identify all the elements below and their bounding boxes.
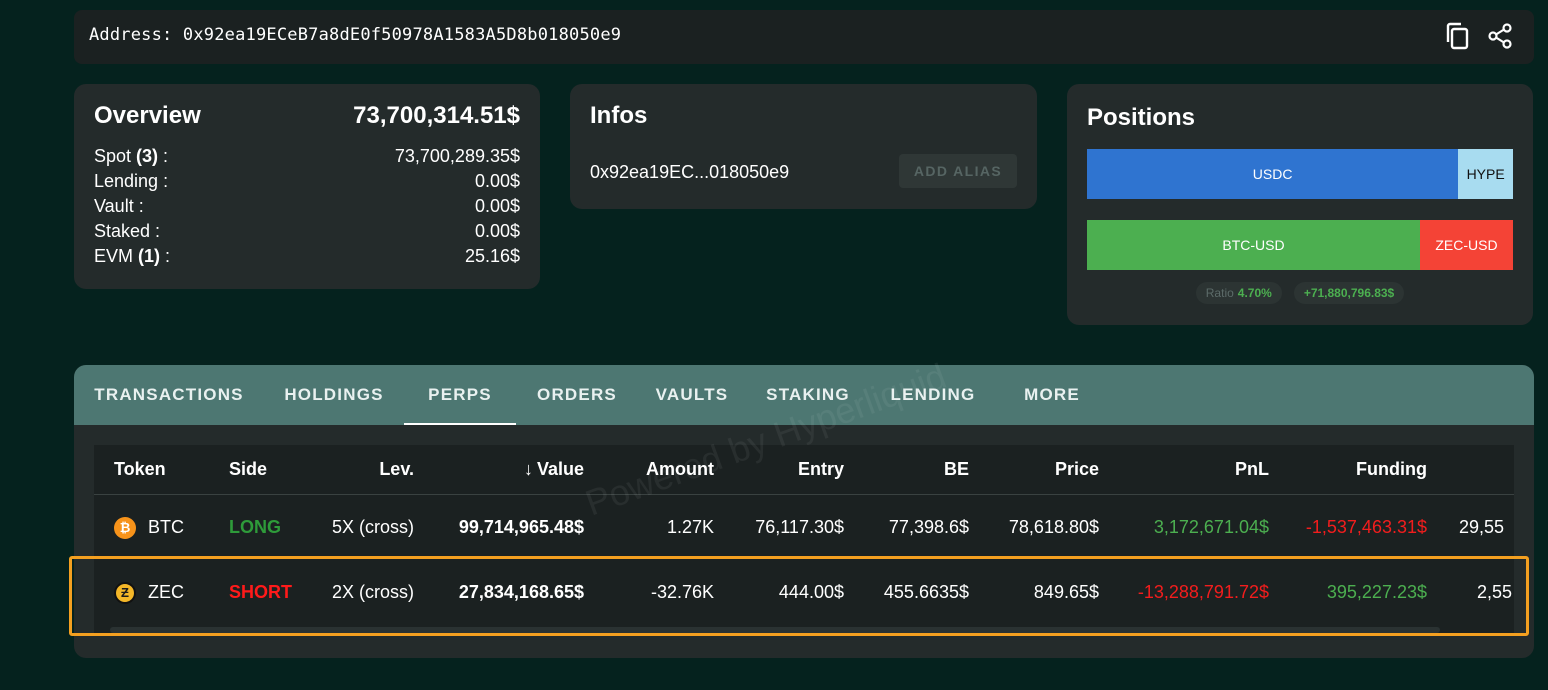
btc-usd-segment[interactable]: BTC-USD bbox=[1087, 220, 1420, 270]
overview-row-staked: Staked : 0.00$ bbox=[94, 219, 520, 244]
table-header: Token Side Lev. ↓ Value Amount Entry BE … bbox=[94, 445, 1514, 495]
address-bar: Address: 0x92ea19ECeB7a8dE0f50978A1583A5… bbox=[74, 10, 1534, 64]
usdc-segment[interactable]: USDC bbox=[1087, 149, 1459, 199]
side-cell: SHORT bbox=[229, 582, 292, 602]
perps-table: Token Side Lev. ↓ Value Amount Entry BE … bbox=[94, 445, 1514, 635]
entry-cell: 444.00$ bbox=[778, 582, 844, 602]
tab-orders[interactable]: ORDERS bbox=[516, 365, 638, 425]
funding-cell: -1,537,463.31$ bbox=[1305, 517, 1427, 537]
be-cell: 455.6635$ bbox=[883, 582, 969, 602]
hype-segment[interactable]: HYPE bbox=[1458, 149, 1513, 199]
short-address: 0x92ea19EC...018050e9 bbox=[590, 162, 790, 182]
token-cell: Ƶ ZEC bbox=[114, 560, 184, 625]
tab-more[interactable]: MORE bbox=[996, 365, 1108, 425]
overview-value: 0.00$ bbox=[474, 171, 520, 191]
pnl-cell: -13,288,791.72$ bbox=[1137, 582, 1269, 602]
zec-usd-segment[interactable]: ZEC-USD bbox=[1420, 220, 1513, 270]
amount-cell: -32.76K bbox=[650, 582, 714, 602]
horizontal-scrollbar[interactable] bbox=[110, 627, 1440, 633]
table-row[interactable]: Ƶ ZEC SHORT 2X (cross) 27,834,168.65$ -3… bbox=[94, 560, 1514, 625]
value-cell: 27,834,168.65$ bbox=[458, 582, 584, 602]
header-value[interactable]: ↓ Value bbox=[424, 445, 584, 494]
address-value[interactable]: 0x92ea19ECeB7a8dE0f50978A1583A5D8b018050… bbox=[183, 25, 621, 45]
value-cell: 99,714,965.48$ bbox=[458, 517, 584, 537]
overview-value: 0.00$ bbox=[474, 196, 520, 216]
spot-allocation-bar: USDC HYPE bbox=[1087, 149, 1513, 199]
truncated-cell: 2,55 bbox=[1477, 582, 1513, 602]
share-icon[interactable] bbox=[1486, 22, 1514, 50]
be-cell: 77,398.6$ bbox=[888, 517, 969, 537]
header-amount[interactable]: Amount bbox=[594, 445, 714, 494]
positions-title: Positions bbox=[1087, 104, 1196, 131]
overview-row-vault: Vault : 0.00$ bbox=[94, 194, 520, 219]
perp-allocation-bar: BTC-USD ZEC-USD bbox=[1087, 220, 1513, 270]
overview-value: 73,700,289.35$ bbox=[394, 146, 520, 166]
header-token[interactable]: Token bbox=[114, 445, 166, 494]
ratio-pill: Ratio 4.70% bbox=[1195, 282, 1282, 304]
overview-total: 73,700,314.51$ bbox=[353, 102, 520, 129]
header-lev[interactable]: Lev. bbox=[314, 445, 414, 494]
infos-card: Infos 0x92ea19EC...018050e9 ADD ALIAS bbox=[570, 84, 1037, 209]
tab-vaults[interactable]: VAULTS bbox=[638, 365, 746, 425]
header-price[interactable]: Price bbox=[979, 445, 1099, 494]
perps-table-card: TRANSACTIONS HOLDINGS PERPS ORDERS VAULT… bbox=[74, 365, 1534, 658]
overview-card: Overview 73,700,314.51$ Spot (3) : 73,70… bbox=[74, 84, 540, 289]
tab-lending[interactable]: LENDING bbox=[870, 365, 996, 425]
tab-perps[interactable]: PERPS bbox=[404, 365, 516, 425]
entry-cell: 76,117.30$ bbox=[755, 517, 844, 537]
side-cell: LONG bbox=[229, 517, 281, 537]
header-be[interactable]: BE bbox=[854, 445, 969, 494]
lev-cell: 2X (cross) bbox=[331, 582, 414, 602]
header-entry[interactable]: Entry bbox=[724, 445, 844, 494]
tab-holdings[interactable]: HOLDINGS bbox=[264, 365, 404, 425]
overview-rows: Spot (3) : 73,700,289.35$ Lending : 0.00… bbox=[94, 144, 520, 269]
overview-value: 0.00$ bbox=[474, 221, 520, 241]
price-cell: 849.65$ bbox=[1033, 582, 1099, 602]
sort-down-icon: ↓ bbox=[523, 459, 533, 479]
address-text: Address: 0x92ea19ECeB7a8dE0f50978A1583A5… bbox=[89, 25, 621, 45]
pnl-cell: 3,172,671.04$ bbox=[1153, 517, 1269, 537]
infos-title: Infos bbox=[590, 102, 648, 129]
overview-title: Overview bbox=[94, 102, 201, 129]
address-label: Address: bbox=[89, 25, 173, 45]
lev-cell: 5X (cross) bbox=[331, 517, 414, 537]
tab-staking[interactable]: STAKING bbox=[746, 365, 870, 425]
header-side[interactable]: Side bbox=[229, 445, 267, 494]
bitcoin-icon: ₿ bbox=[114, 516, 136, 539]
token-cell: ₿ BTC bbox=[114, 495, 184, 560]
tab-bar: TRANSACTIONS HOLDINGS PERPS ORDERS VAULT… bbox=[74, 365, 1534, 425]
header-funding[interactable]: Funding bbox=[1279, 445, 1427, 494]
amount-cell: 1.27K bbox=[666, 517, 714, 537]
table-row[interactable]: ₿ BTC LONG 5X (cross) 99,714,965.48$ 1.2… bbox=[94, 495, 1514, 560]
truncated-cell: 29,55 bbox=[1459, 517, 1505, 537]
header-pnl[interactable]: PnL bbox=[1109, 445, 1269, 494]
pnl-pill: +71,880,796.83$ bbox=[1293, 282, 1405, 304]
add-alias-button[interactable]: ADD ALIAS bbox=[899, 154, 1017, 188]
zcash-icon: Ƶ bbox=[114, 581, 136, 604]
tab-transactions[interactable]: TRANSACTIONS bbox=[74, 365, 264, 425]
funding-cell: 395,227.23$ bbox=[1326, 582, 1427, 602]
positions-card: Positions USDC HYPE BTC-USD ZEC-USD Rati… bbox=[1067, 84, 1533, 325]
price-cell: 78,618.80$ bbox=[1008, 517, 1099, 537]
overview-value: 25.16$ bbox=[464, 246, 520, 266]
overview-row-spot: Spot (3) : 73,700,289.35$ bbox=[94, 144, 520, 169]
overview-row-lending: Lending : 0.00$ bbox=[94, 169, 520, 194]
copy-icon[interactable] bbox=[1444, 22, 1472, 50]
overview-row-evm: EVM (1) : 25.16$ bbox=[94, 244, 520, 269]
